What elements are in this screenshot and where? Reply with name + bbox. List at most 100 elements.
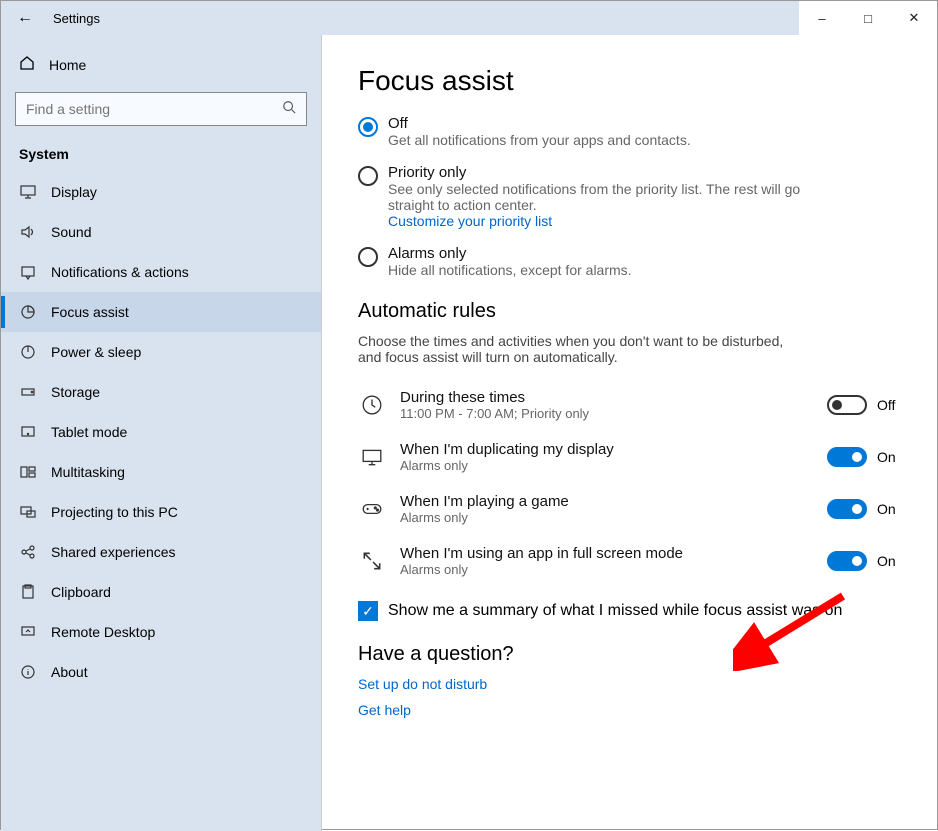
sidebar-item-label: Shared experiences [51,544,176,560]
home-icon [19,55,35,74]
home-nav[interactable]: Home [1,45,321,84]
rule-duplicate-display[interactable]: When I'm duplicating my display Alarms o… [358,431,917,483]
rule-state: Off [877,397,895,413]
multitask-icon [19,464,37,480]
monitor-icon [358,446,386,468]
sidebar-item-label: Multitasking [51,464,125,480]
question-title: Have a question? [358,643,917,666]
game-icon [358,498,386,520]
rule-state: On [877,501,896,517]
customize-priority-link[interactable]: Customize your priority list [388,213,818,229]
sidebar-item-notifications[interactable]: Notifications & actions [1,252,321,292]
sidebar-item-clipboard[interactable]: Clipboard [1,572,321,612]
radio-icon [358,166,378,186]
sidebar-item-label: Remote Desktop [51,624,155,640]
section-label: System [1,140,321,172]
sidebar-item-label: Sound [51,224,91,240]
minimize-button[interactable]: – [799,1,845,35]
back-button[interactable]: ← [1,9,49,27]
page-title: Focus assist [358,65,917,97]
radio-off[interactable]: Off Get all notifications from your apps… [358,115,917,148]
radio-icon [358,117,378,137]
tablet-icon [19,424,37,440]
main-content: Focus assist Off Get all notifications f… [321,35,937,831]
clipboard-icon [19,584,37,600]
sidebar-item-power[interactable]: Power & sleep [1,332,321,372]
rule-label: During these times [400,389,813,406]
rule-times[interactable]: During these times 11:00 PM - 7:00 AM; P… [358,379,917,431]
rule-label: When I'm using an app in full screen mod… [400,545,813,562]
radio-label: Priority only [388,164,818,181]
rules-desc: Choose the times and activities when you… [358,333,788,365]
clock-icon [358,394,386,416]
power-icon [19,344,37,360]
sound-icon [19,224,37,240]
radio-priority[interactable]: Priority only See only selected notifica… [358,164,917,229]
sidebar-item-display[interactable]: Display [1,172,321,212]
sidebar-item-label: Notifications & actions [51,264,189,280]
remote-icon [19,624,37,640]
rule-toggle[interactable] [827,499,867,519]
window-title: Settings [49,11,100,26]
close-button[interactable]: ✕ [891,1,937,35]
shared-icon [19,544,37,560]
radio-label: Alarms only [388,245,632,262]
sidebar-item-label: Power & sleep [51,344,141,360]
focus-icon [19,304,37,320]
summary-checkbox[interactable]: ✓ Show me a summary of what I missed whi… [358,601,917,621]
rule-desc: Alarms only [400,562,813,577]
sidebar-item-remote[interactable]: Remote Desktop [1,612,321,652]
sidebar-item-label: Tablet mode [51,424,127,440]
rule-game[interactable]: When I'm playing a game Alarms only On [358,483,917,535]
sidebar-item-about[interactable]: About [1,652,321,692]
rule-desc: Alarms only [400,458,813,473]
rule-state: On [877,449,896,465]
rule-fullscreen[interactable]: When I'm using an app in full screen mod… [358,535,917,587]
window-buttons: – □ ✕ [799,1,937,35]
sidebar: Home System Display Sound Notifications … [1,35,321,831]
notifications-icon [19,264,37,280]
dnd-link[interactable]: Set up do not disturb [358,676,917,692]
sidebar-item-label: Storage [51,384,100,400]
about-icon [19,664,37,680]
radio-desc: Hide all notifications, except for alarm… [388,262,632,278]
titlebar: ← Settings – □ ✕ [1,1,937,35]
project-icon [19,504,37,520]
search-box[interactable] [15,92,307,126]
radio-icon [358,247,378,267]
radio-alarms[interactable]: Alarms only Hide all notifications, exce… [358,245,917,278]
maximize-button[interactable]: □ [845,1,891,35]
focus-mode-group: Off Get all notifications from your apps… [358,115,917,278]
rules-title: Automatic rules [358,300,917,323]
rule-label: When I'm duplicating my display [400,441,813,458]
sidebar-item-tablet[interactable]: Tablet mode [1,412,321,452]
help-link[interactable]: Get help [358,702,917,718]
sidebar-item-projecting[interactable]: Projecting to this PC [1,492,321,532]
rule-toggle[interactable] [827,447,867,467]
sidebar-item-label: Clipboard [51,584,111,600]
summary-checkbox-label: Show me a summary of what I missed while… [388,602,842,620]
sidebar-item-shared[interactable]: Shared experiences [1,532,321,572]
rule-label: When I'm playing a game [400,493,813,510]
rule-state: On [877,553,896,569]
radio-label: Off [388,115,691,132]
rule-toggle[interactable] [827,395,867,415]
rule-toggle[interactable] [827,551,867,571]
search-icon [282,100,296,119]
rule-desc: 11:00 PM - 7:00 AM; Priority only [400,406,813,421]
storage-icon [19,384,37,400]
display-icon [19,184,37,200]
sidebar-item-label: Projecting to this PC [51,504,178,520]
sidebar-item-focus-assist[interactable]: Focus assist [1,292,321,332]
sidebar-item-multitasking[interactable]: Multitasking [1,452,321,492]
sidebar-item-sound[interactable]: Sound [1,212,321,252]
sidebar-item-storage[interactable]: Storage [1,372,321,412]
radio-desc: Get all notifications from your apps and… [388,132,691,148]
home-label: Home [49,57,86,73]
checkbox-icon: ✓ [358,601,378,621]
radio-desc: See only selected notifications from the… [388,181,818,213]
search-input[interactable] [26,101,282,117]
sidebar-item-label: About [51,664,88,680]
sidebar-item-label: Display [51,184,97,200]
fullscreen-icon [358,550,386,572]
